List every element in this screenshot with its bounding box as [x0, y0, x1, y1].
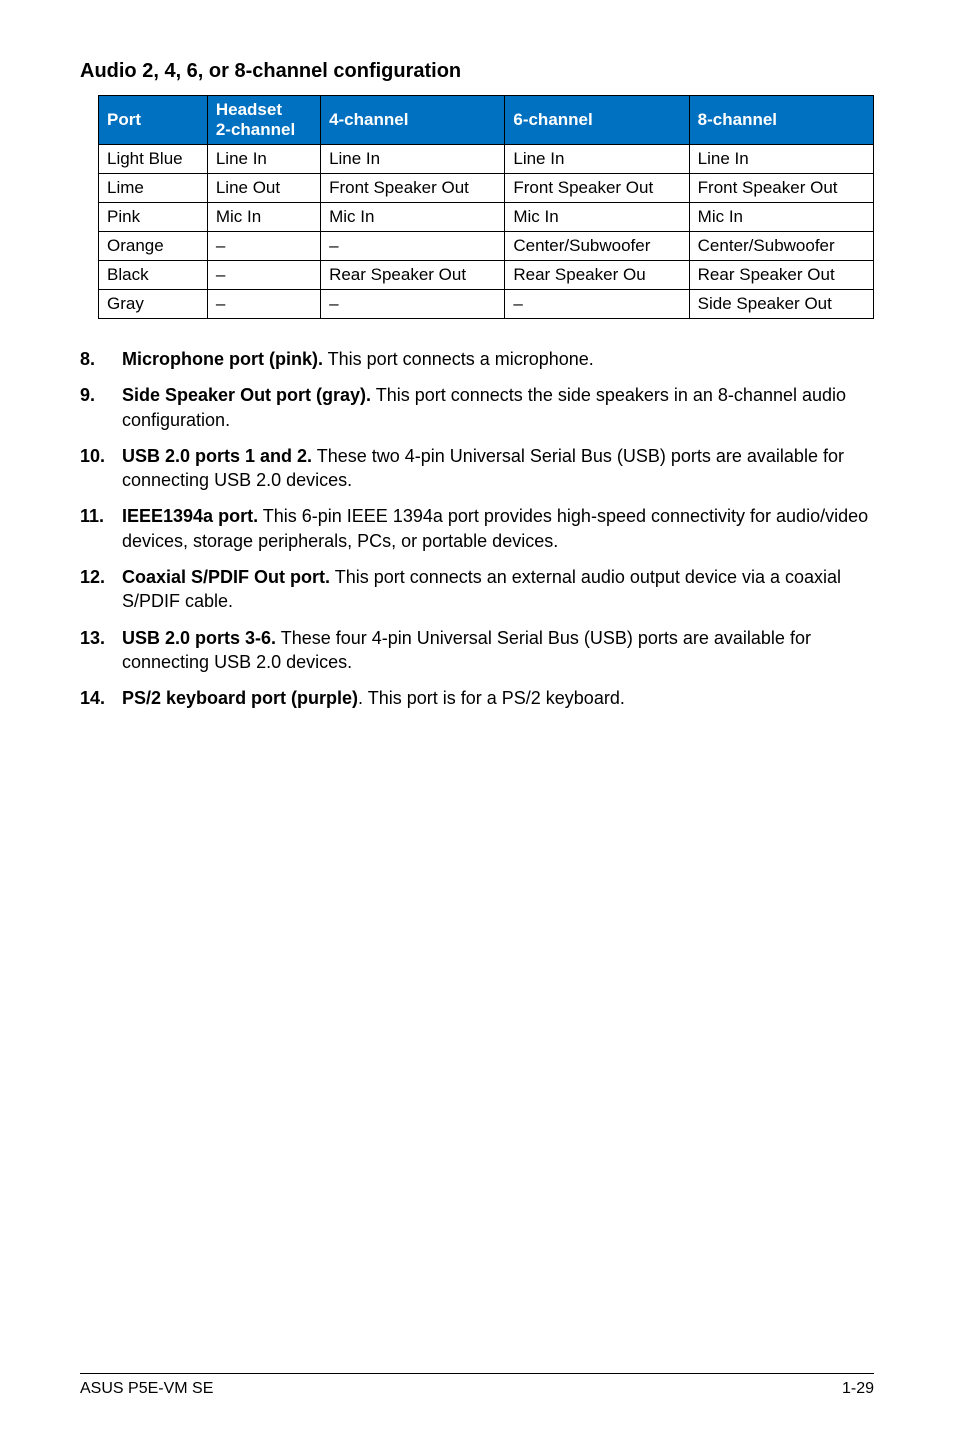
item-number: 11.: [80, 504, 122, 553]
cell-8ch: Front Speaker Out: [689, 174, 873, 203]
th-headset-l1: Headset: [216, 100, 312, 120]
cell-8ch: Center/Subwoofer: [689, 232, 873, 261]
table-row: Pink Mic In Mic In Mic In Mic In: [99, 203, 874, 232]
cell-6ch: Line In: [505, 145, 689, 174]
item-lead: USB 2.0 ports 1 and 2.: [122, 446, 312, 466]
port-description-list: 8. Microphone port (pink). This port con…: [80, 347, 874, 711]
item-text: . This port is for a PS/2 keyboard.: [358, 688, 625, 708]
item-content: Microphone port (pink). This port connec…: [122, 347, 874, 371]
cell-4ch: –: [321, 290, 505, 319]
item-lead: PS/2 keyboard port (purple): [122, 688, 358, 708]
table-row: Gray – – – Side Speaker Out: [99, 290, 874, 319]
list-item: 13. USB 2.0 ports 3-6. These four 4-pin …: [80, 626, 874, 675]
item-number: 12.: [80, 565, 122, 614]
cell-2ch: Mic In: [207, 203, 320, 232]
cell-port: Orange: [99, 232, 208, 261]
cell-4ch: Line In: [321, 145, 505, 174]
cell-6ch: Rear Speaker Ou: [505, 261, 689, 290]
cell-port: Light Blue: [99, 145, 208, 174]
footer-right: 1-29: [842, 1380, 874, 1398]
th-headset-l2: 2-channel: [216, 120, 312, 140]
cell-4ch: Rear Speaker Out: [321, 261, 505, 290]
item-number: 14.: [80, 686, 122, 710]
cell-6ch: –: [505, 290, 689, 319]
cell-2ch: Line In: [207, 145, 320, 174]
item-content: Side Speaker Out port (gray). This port …: [122, 383, 874, 432]
item-lead: Side Speaker Out port (gray).: [122, 385, 371, 405]
item-lead: USB 2.0 ports 3-6.: [122, 628, 276, 648]
th-6ch: 6-channel: [505, 96, 689, 145]
cell-2ch: –: [207, 232, 320, 261]
cell-6ch: Center/Subwoofer: [505, 232, 689, 261]
th-8ch: 8-channel: [689, 96, 873, 145]
cell-4ch: –: [321, 232, 505, 261]
item-lead: Microphone port (pink).: [122, 349, 323, 369]
item-content: USB 2.0 ports 3-6. These four 4-pin Univ…: [122, 626, 874, 675]
cell-port: Gray: [99, 290, 208, 319]
item-content: Coaxial S/PDIF Out port. This port conne…: [122, 565, 874, 614]
cell-8ch: Mic In: [689, 203, 873, 232]
th-4ch: 4-channel: [321, 96, 505, 145]
item-number: 9.: [80, 383, 122, 432]
list-item: 11. IEEE1394a port. This 6-pin IEEE 1394…: [80, 504, 874, 553]
cell-2ch: Line Out: [207, 174, 320, 203]
list-item: 9. Side Speaker Out port (gray). This po…: [80, 383, 874, 432]
item-lead: Coaxial S/PDIF Out port.: [122, 567, 330, 587]
cell-8ch: Rear Speaker Out: [689, 261, 873, 290]
list-item: 12. Coaxial S/PDIF Out port. This port c…: [80, 565, 874, 614]
list-item: 10. USB 2.0 ports 1 and 2. These two 4-p…: [80, 444, 874, 493]
audio-config-table: Port Headset 2-channel 4-channel 6-chann…: [98, 95, 874, 319]
cell-6ch: Front Speaker Out: [505, 174, 689, 203]
footer-left: ASUS P5E-VM SE: [80, 1380, 213, 1398]
item-number: 13.: [80, 626, 122, 675]
cell-4ch: Mic In: [321, 203, 505, 232]
cell-2ch: –: [207, 290, 320, 319]
item-content: IEEE1394a port. This 6-pin IEEE 1394a po…: [122, 504, 874, 553]
table-row: Lime Line Out Front Speaker Out Front Sp…: [99, 174, 874, 203]
item-content: PS/2 keyboard port (purple). This port i…: [122, 686, 874, 710]
section-title: Audio 2, 4, 6, or 8-channel configuratio…: [80, 60, 874, 83]
list-item: 8. Microphone port (pink). This port con…: [80, 347, 874, 371]
table-row: Light Blue Line In Line In Line In Line …: [99, 145, 874, 174]
list-item: 14. PS/2 keyboard port (purple). This po…: [80, 686, 874, 710]
page-footer: ASUS P5E-VM SE 1-29: [80, 1373, 874, 1398]
cell-8ch: Line In: [689, 145, 873, 174]
table-row: Black – Rear Speaker Out Rear Speaker Ou…: [99, 261, 874, 290]
item-lead: IEEE1394a port.: [122, 506, 258, 526]
item-text: This port connects a microphone.: [323, 349, 594, 369]
cell-8ch: Side Speaker Out: [689, 290, 873, 319]
cell-port: Pink: [99, 203, 208, 232]
cell-4ch: Front Speaker Out: [321, 174, 505, 203]
item-number: 10.: [80, 444, 122, 493]
cell-port: Lime: [99, 174, 208, 203]
table-row: Orange – – Center/Subwoofer Center/Subwo…: [99, 232, 874, 261]
cell-2ch: –: [207, 261, 320, 290]
th-port: Port: [99, 96, 208, 145]
cell-6ch: Mic In: [505, 203, 689, 232]
cell-port: Black: [99, 261, 208, 290]
item-number: 8.: [80, 347, 122, 371]
th-headset: Headset 2-channel: [207, 96, 320, 145]
item-content: USB 2.0 ports 1 and 2. These two 4-pin U…: [122, 444, 874, 493]
